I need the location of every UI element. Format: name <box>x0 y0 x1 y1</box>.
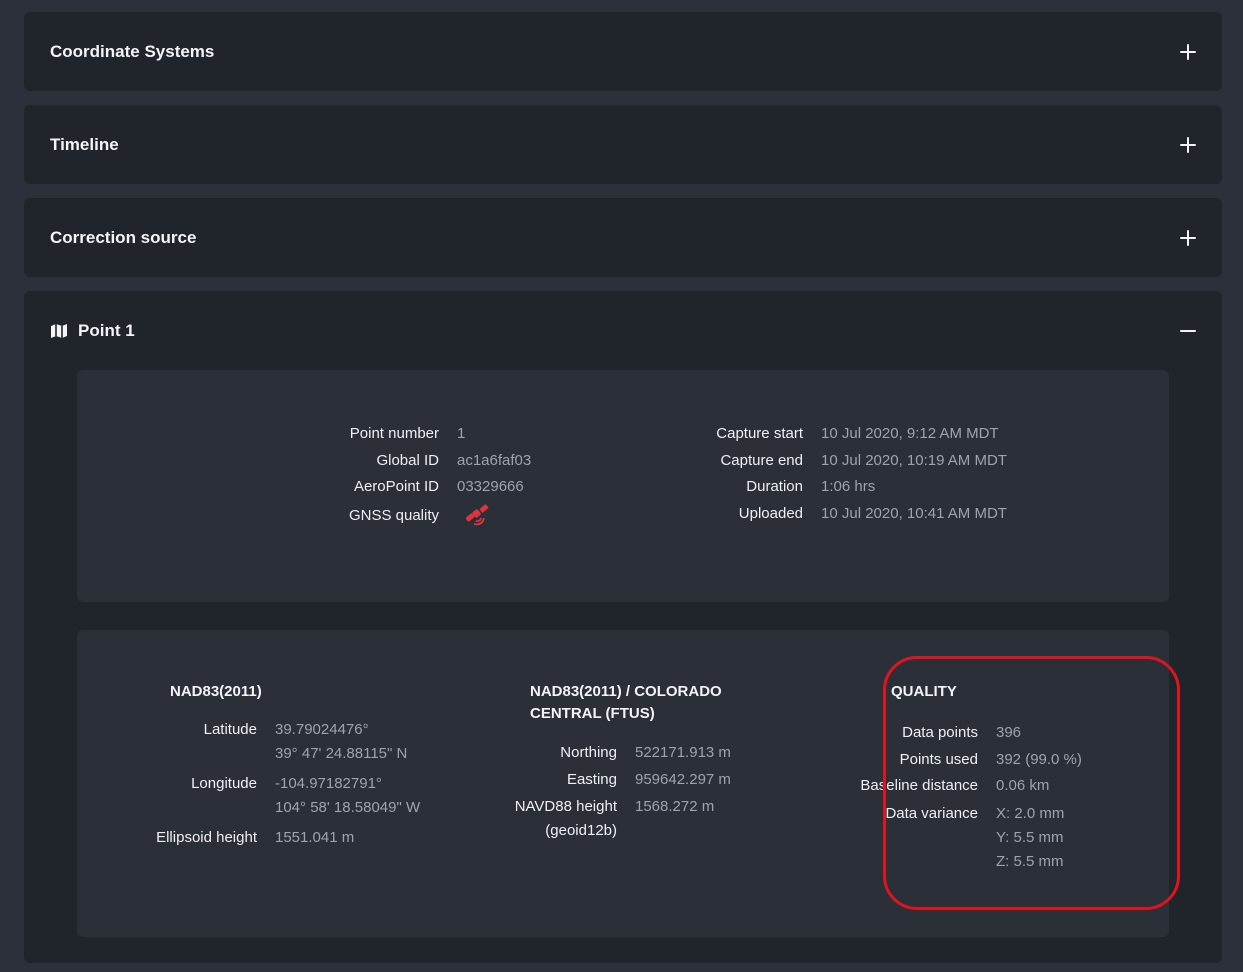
panel-correction-source-header[interactable]: Correction source <box>24 198 1222 277</box>
point-summary-card: Point number 1 Global ID ac1a6faf03 Aero… <box>77 370 1169 602</box>
latitude-row: Latitude 39.79024476° 39° 47' 24.88115" … <box>127 718 420 766</box>
colorado-title-line1: NAD83(2011) / COLORADO <box>530 683 722 700</box>
nad83-title: NAD83(2011) <box>170 683 262 700</box>
summary-row: AeroPoint ID 03329666 <box>289 474 531 501</box>
panel-title: Coordinate Systems <box>50 41 215 61</box>
summary-label: Duration <box>746 478 803 495</box>
navd-label-line2: (geoid12b) <box>545 822 617 839</box>
easting-row: Easting 959642.297 m <box>497 767 731 794</box>
summary-value: 10 Jul 2020, 10:19 AM MDT <box>821 451 1007 469</box>
summary-value <box>439 503 493 530</box>
northing-label: Northing <box>560 744 617 761</box>
panel-point-title: Point 1 <box>78 320 135 340</box>
summary-row: Point number 1 <box>289 421 531 448</box>
longitude-dms: 104° 58' 18.58049" W <box>275 799 421 816</box>
panel-correction-source: Correction source <box>24 198 1222 277</box>
latitude-label: Latitude <box>203 721 257 738</box>
navd-label-line1: NAVD88 height <box>514 798 617 815</box>
navd-row: NAVD88 height (geoid12b) 1568.272 m <box>497 795 731 843</box>
colorado-title-line2: CENTRAL (FTUS) <box>530 705 655 722</box>
panel-point-header[interactable]: Point 1 <box>24 291 1222 370</box>
summary-label: GNSS quality <box>348 506 439 524</box>
latitude-decimal: 39.79024476° <box>275 721 369 738</box>
expand-plus-icon[interactable] <box>1180 136 1196 153</box>
navd-value: 1568.272 m <box>635 798 715 815</box>
summary-label: Capture end <box>720 451 803 469</box>
summary-row: Uploaded 10 Jul 2020, 10:41 AM MDT <box>653 501 1007 528</box>
navd-label: NAVD88 height (geoid12b) <box>497 795 617 843</box>
summary-row: GNSS quality <box>289 503 531 530</box>
longitude-label: Longitude <box>191 775 257 792</box>
ellipsoid-label: Ellipsoid height <box>156 829 257 846</box>
summary-value: 10 Jul 2020, 9:12 AM MDT <box>821 425 999 442</box>
collapse-minus-icon[interactable] <box>1180 323 1196 339</box>
panel-title: Timeline <box>50 134 119 154</box>
northing-value: 522171.913 m <box>635 744 731 761</box>
panel-title: Correction source <box>50 227 197 247</box>
summary-value: 1 <box>457 425 466 442</box>
summary-value: 1:06 hrs <box>821 478 876 495</box>
colorado-values: Northing 522171.913 m Easting 959642.297… <box>497 740 731 843</box>
longitude-row: Longitude -104.97182791° 104° 58' 18.580… <box>127 772 420 820</box>
summary-value: ac1a6faf03 <box>457 451 532 469</box>
summary-label: Global ID <box>376 451 439 469</box>
summary-label: Point number <box>349 425 439 442</box>
ellipsoid-value: 1551.041 m <box>275 829 355 846</box>
latitude-value: 39.79024476° 39° 47' 24.88115" N <box>257 718 407 766</box>
panel-coordinate-systems-header[interactable]: Coordinate Systems <box>24 12 1222 91</box>
latitude-dms: 39° 47' 24.88115" N <box>275 745 408 762</box>
ellipsoid-row: Ellipsoid height 1551.041 m <box>127 826 420 850</box>
colorado-title: NAD83(2011) / COLORADO CENTRAL (FTUS) <box>530 681 722 725</box>
summary-value: 10 Jul 2020, 10:41 AM MDT <box>821 504 1007 522</box>
summary-label: Capture start <box>716 425 803 442</box>
panel-timeline: Timeline <box>24 105 1222 184</box>
summary-row: Capture start 10 Jul 2020, 9:12 AM MDT <box>653 421 1007 448</box>
map-icon <box>51 323 67 338</box>
expand-plus-icon[interactable] <box>1180 43 1196 60</box>
easting-value: 959642.297 m <box>635 770 731 788</box>
nad83-values: Latitude 39.79024476° 39° 47' 24.88115" … <box>127 718 420 850</box>
easting-label: Easting <box>566 770 617 788</box>
summary-row: Global ID ac1a6faf03 <box>289 448 531 475</box>
panel-coordinate-systems: Coordinate Systems <box>24 12 1222 91</box>
summary-row: Duration 1:06 hrs <box>653 474 1007 501</box>
quality-highlight-outline <box>883 656 1180 910</box>
panel-point: Point 1 Point number 1 Global ID ac1a6fa… <box>24 291 1222 963</box>
summary-left: Point number 1 Global ID ac1a6faf03 Aero… <box>289 421 531 529</box>
expand-plus-icon[interactable] <box>1180 229 1196 246</box>
panel-title: Point 1 <box>50 321 135 341</box>
longitude-value: -104.97182791° 104° 58' 18.58049" W <box>257 772 420 820</box>
summary-label: AeroPoint ID <box>353 478 439 495</box>
satellite-icon <box>465 503 489 525</box>
longitude-decimal: -104.97182791° <box>275 775 382 792</box>
panel-timeline-header[interactable]: Timeline <box>24 105 1222 184</box>
summary-label: Uploaded <box>738 504 803 522</box>
summary-value: 03329666 <box>457 478 524 495</box>
northing-row: Northing 522171.913 m <box>497 740 731 767</box>
summary-row: Capture end 10 Jul 2020, 10:19 AM MDT <box>653 448 1007 475</box>
point-coordinates-card: NAD83(2011) Latitude 39.79024476° 39° 47… <box>77 630 1180 937</box>
summary-right: Capture start 10 Jul 2020, 9:12 AM MDT C… <box>653 421 1007 527</box>
